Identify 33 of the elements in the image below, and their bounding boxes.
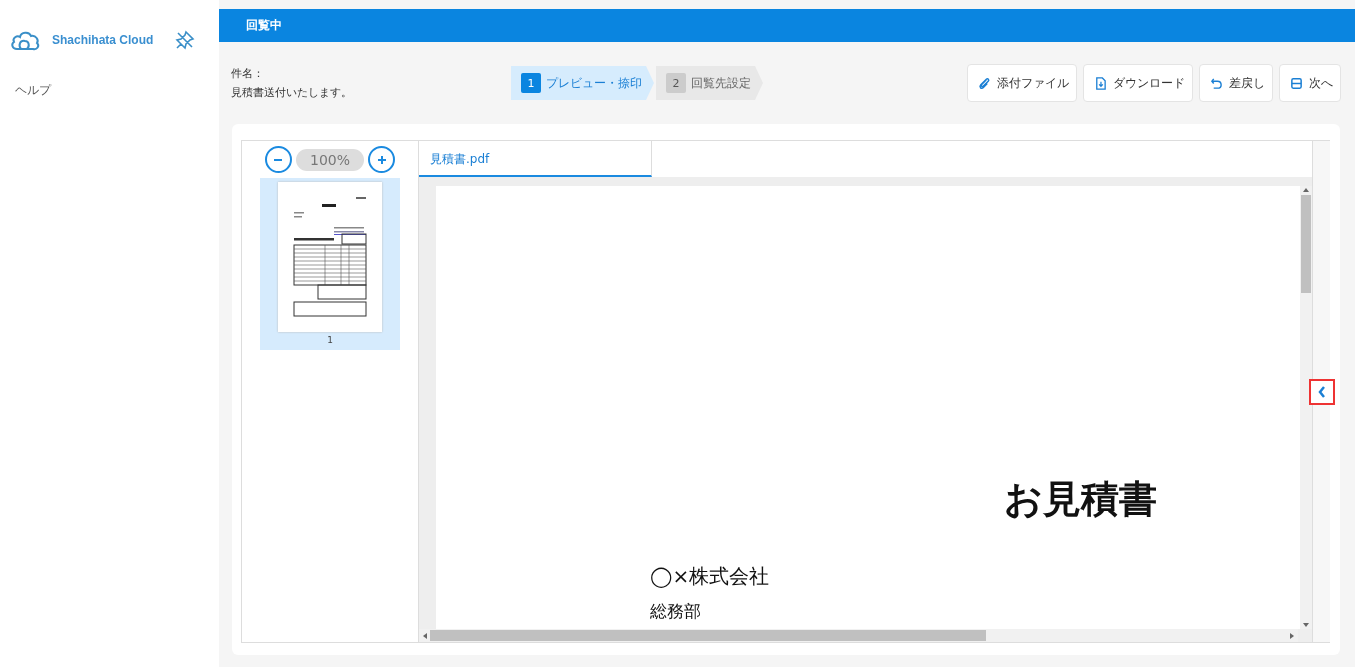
page-number: 1 (327, 335, 333, 345)
step-tab[interactable]: 2 回覧先設定 (656, 66, 763, 100)
zoom-in-button[interactable] (368, 146, 395, 173)
sidebar-item[interactable]: ヘルプ (15, 82, 219, 99)
scroll-up-icon[interactable] (1303, 188, 1309, 192)
step-tab[interactable]: 1 プレビュー・捺印 (511, 66, 654, 100)
recipient-name: ◯×株式会社 (650, 563, 770, 590)
department-name: 総務部 (650, 600, 701, 623)
scroll-left-icon[interactable] (423, 632, 427, 639)
download-button[interactable]: ダウンロード (1083, 64, 1193, 102)
expand-panel-button[interactable] (1308, 378, 1335, 405)
subject-label: 件名： (231, 66, 265, 81)
tray-icon (1290, 76, 1303, 90)
unpin-icon[interactable] (175, 30, 196, 50)
page-thumbnail[interactable]: 1 (260, 178, 400, 350)
document-title: お見積書 (1004, 476, 1157, 523)
undo-icon (1210, 76, 1223, 90)
plus-icon (376, 154, 387, 165)
scroll-right-icon[interactable] (1290, 632, 1294, 639)
scrollbar-thumb[interactable] (1301, 195, 1311, 293)
download-file-icon (1094, 76, 1107, 90)
return-button[interactable]: 差戻し (1199, 64, 1273, 102)
next-button[interactable]: 次へ (1279, 64, 1341, 102)
scroll-down-icon[interactable] (1303, 623, 1309, 627)
zoom-level: 100% (296, 148, 364, 171)
paperclip-icon (978, 76, 991, 90)
chevron-left-icon (1316, 384, 1327, 399)
attach-button[interactable]: 添付ファイル (967, 64, 1077, 102)
page-title: 回覧中 (246, 17, 282, 34)
scrollbar-thumb[interactable] (430, 630, 986, 641)
brand-name: Shachihata Cloud (52, 33, 154, 47)
subject-text: 見積書送付いたします。 (231, 85, 353, 100)
zoom-out-button[interactable] (265, 146, 292, 173)
